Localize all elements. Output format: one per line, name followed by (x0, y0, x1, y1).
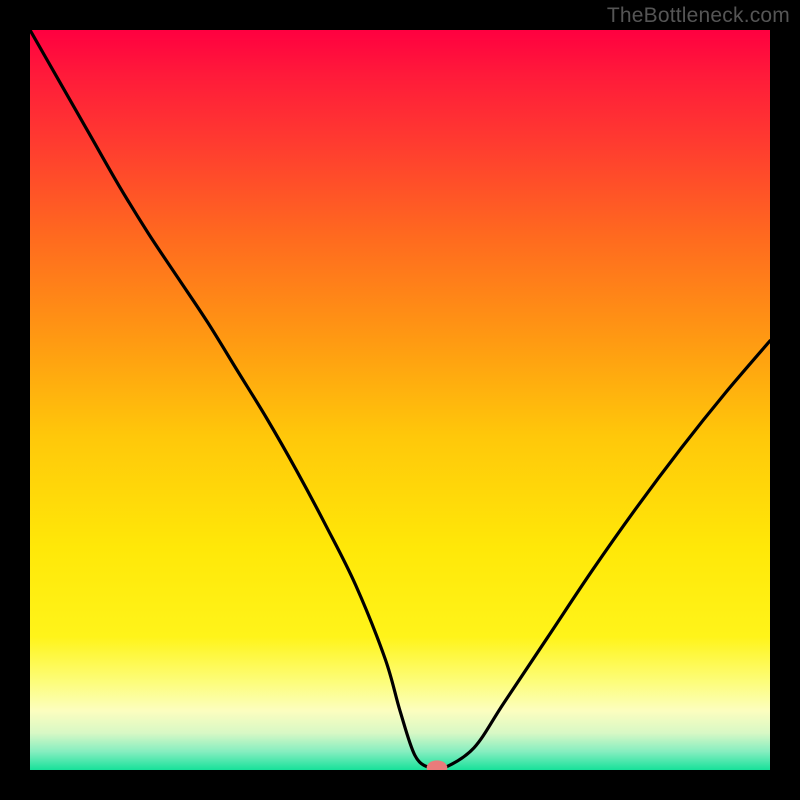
plot-area (30, 30, 770, 770)
bottleneck-chart (30, 30, 770, 770)
watermark-text: TheBottleneck.com (607, 4, 790, 28)
chart-frame: TheBottleneck.com (0, 0, 800, 800)
gradient-background (30, 30, 770, 770)
